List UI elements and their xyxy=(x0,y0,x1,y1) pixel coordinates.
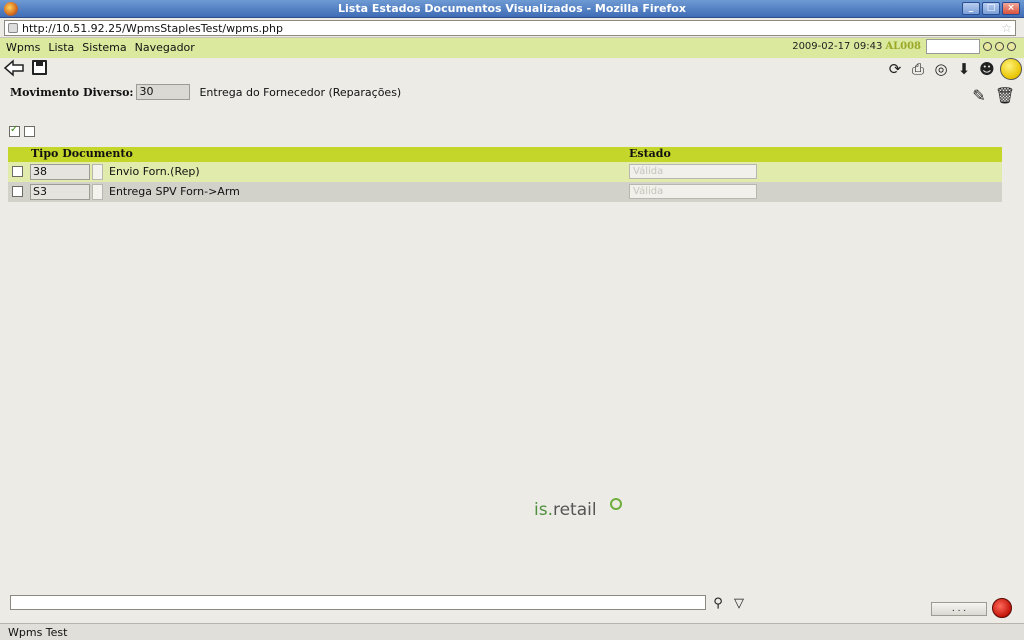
download-icon[interactable]: ⬇ xyxy=(954,59,974,79)
url-field[interactable]: http://10.51.92.25/WpmsStaplesTest/wpms.… xyxy=(4,20,1016,36)
main-menu: Wpms Lista Sistema Navegador xyxy=(6,41,195,54)
column-header-estado: Estado xyxy=(629,147,671,160)
status-text: Wpms Test xyxy=(8,626,68,639)
state-field[interactable]: Válida xyxy=(629,164,757,179)
window-title: Lista Estados Documentos Visualizados - … xyxy=(338,2,686,15)
url-text: http://10.51.92.25/WpmsStaplesTest/wpms.… xyxy=(22,22,283,35)
lookup-button[interactable] xyxy=(92,164,103,180)
window-titlebar: Lista Estados Documentos Visualizados - … xyxy=(0,0,1024,18)
row-checkbox[interactable] xyxy=(12,166,23,177)
select-all-checkbox[interactable] xyxy=(9,124,20,137)
menu-item-wpms[interactable]: Wpms xyxy=(6,41,40,54)
document-name: Entrega SPV Forn->Arm xyxy=(109,185,240,198)
document-name: Envio Forn.(Rep) xyxy=(109,165,200,178)
maximize-icon[interactable]: □ xyxy=(982,2,1000,15)
table-row: S3 Entrega SPV Forn->Arm Válida xyxy=(8,182,1002,202)
ladybug-icon[interactable] xyxy=(992,598,1012,618)
documents-table: Tipo Documento Estado 38 Envio Forn.(Rep… xyxy=(8,147,1002,202)
table-header: Tipo Documento Estado xyxy=(8,147,1002,162)
command-row: ⚲ ▽ . . . xyxy=(10,595,1020,618)
movimento-row: Movimento Diverso: 30 Entrega do Fornece… xyxy=(10,84,401,100)
refresh-icon[interactable]: ⟳ xyxy=(885,59,905,79)
command-input[interactable] xyxy=(10,595,706,610)
logo-suffix: retail xyxy=(552,500,597,520)
select-none-checkbox[interactable] xyxy=(24,126,35,137)
column-header-tipo-documento: Tipo Documento xyxy=(31,147,133,160)
lookup-button[interactable] xyxy=(92,184,103,200)
command-actions: ⚲ ▽ xyxy=(709,595,748,611)
logo-prefix: is. xyxy=(534,500,553,520)
print-icon[interactable]: ⎙ xyxy=(908,59,928,79)
status-dot-3-icon[interactable] xyxy=(1007,42,1016,51)
bookmark-star-icon[interactable]: ☆ xyxy=(1001,21,1012,35)
is-retail-logo: is. retail xyxy=(534,498,622,520)
state-field[interactable]: Válida xyxy=(629,184,757,199)
close-icon[interactable]: × xyxy=(1002,2,1020,15)
logo-mark-icon xyxy=(610,498,622,510)
trash-icon[interactable]: 🗑 xyxy=(994,84,1016,106)
minimize-icon[interactable]: _ xyxy=(962,2,980,15)
quick-search-input[interactable] xyxy=(926,39,980,54)
save-icon[interactable] xyxy=(32,60,47,75)
edit-document-icon[interactable]: ✎ xyxy=(968,84,990,106)
help-lifebuoy-icon[interactable]: ◎ xyxy=(931,59,951,79)
movimento-code-field[interactable]: 30 xyxy=(136,84,191,100)
datetime-text: 2009-02-17 09:43 xyxy=(792,41,883,52)
session-info: 2009-02-17 09:43 AL008 xyxy=(792,39,1016,54)
record-actions: ✎ 🗑 xyxy=(968,84,1016,106)
user-code: AL008 xyxy=(885,41,921,52)
window-controls: _ □ × xyxy=(962,2,1020,15)
browser-statusbar: Wpms Test xyxy=(0,623,1024,640)
address-bar: http://10.51.92.25/WpmsStaplesTest/wpms.… xyxy=(0,18,1024,38)
movimento-description: Entrega do Fornecedor (Reparações) xyxy=(199,85,402,99)
menu-item-navegador[interactable]: Navegador xyxy=(135,41,195,54)
page-toolbar: ⟳ ⎙ ◎ ⬇ ☻ xyxy=(0,58,1024,80)
binoculars-icon[interactable]: ⚲ xyxy=(709,595,727,611)
site-identity-icon[interactable] xyxy=(8,23,18,33)
status-dot-2-icon[interactable] xyxy=(995,42,1004,51)
menu-item-lista[interactable]: Lista xyxy=(48,41,74,54)
status-dot-1-icon[interactable] xyxy=(983,42,992,51)
status-light-icon[interactable] xyxy=(1000,58,1022,80)
document-code-field[interactable]: 38 xyxy=(30,164,90,180)
user-profile-icon[interactable]: ☻ xyxy=(977,59,997,79)
menu-item-sistema[interactable]: Sistema xyxy=(82,41,126,54)
filter-icon[interactable]: ▽ xyxy=(730,595,748,611)
more-button[interactable]: . . . xyxy=(931,602,987,616)
movimento-label: Movimento Diverso: xyxy=(10,85,134,99)
document-code-field[interactable]: S3 xyxy=(30,184,90,200)
back-arrow-icon[interactable] xyxy=(4,59,24,77)
row-checkbox[interactable] xyxy=(12,186,23,197)
selection-toggles xyxy=(9,124,35,137)
table-row: 38 Envio Forn.(Rep) Válida xyxy=(8,162,1002,182)
toolbar-actions: ⟳ ⎙ ◎ ⬇ ☻ xyxy=(885,58,1022,80)
app-menubar: Wpms Lista Sistema Navegador 2009-02-17 … xyxy=(0,38,1024,58)
